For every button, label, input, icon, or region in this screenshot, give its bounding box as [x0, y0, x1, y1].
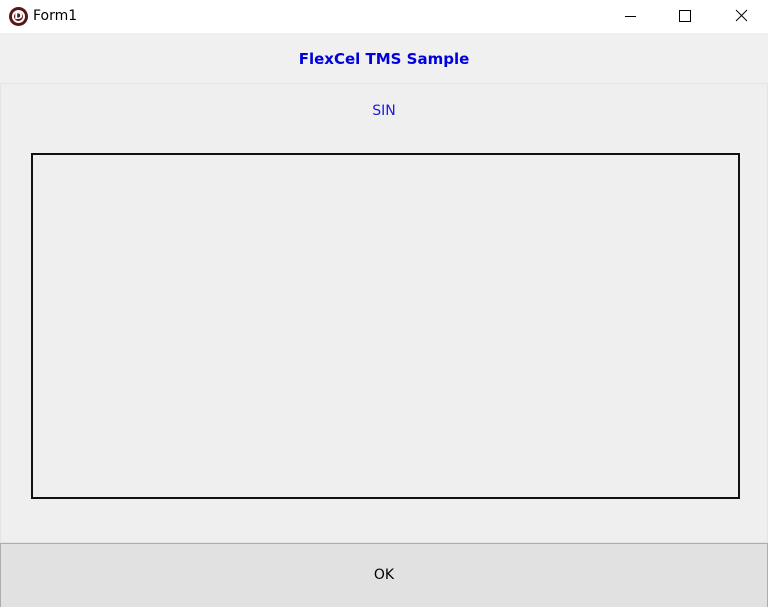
- close-button[interactable]: [718, 0, 764, 33]
- minimize-icon: [625, 16, 636, 17]
- minimize-button[interactable]: [607, 0, 653, 33]
- chart-area: [31, 153, 740, 499]
- app-icon-letter: D: [12, 10, 25, 23]
- chart-label: SIN: [372, 103, 396, 119]
- app-window: D Form1 FlexCel TMS Sample SIN OK: [0, 0, 768, 607]
- ok-button[interactable]: OK: [0, 543, 768, 607]
- header-title: FlexCel TMS Sample: [298, 50, 470, 68]
- maximize-icon: [679, 10, 691, 22]
- maximize-button[interactable]: [662, 0, 708, 33]
- title-bar[interactable]: D Form1: [0, 0, 768, 33]
- window-title: Form1: [33, 8, 78, 24]
- header-panel: FlexCel TMS Sample: [0, 33, 768, 83]
- chart-panel: SIN: [0, 83, 768, 543]
- delphi-app-icon[interactable]: D: [9, 7, 28, 26]
- close-icon: [735, 9, 748, 22]
